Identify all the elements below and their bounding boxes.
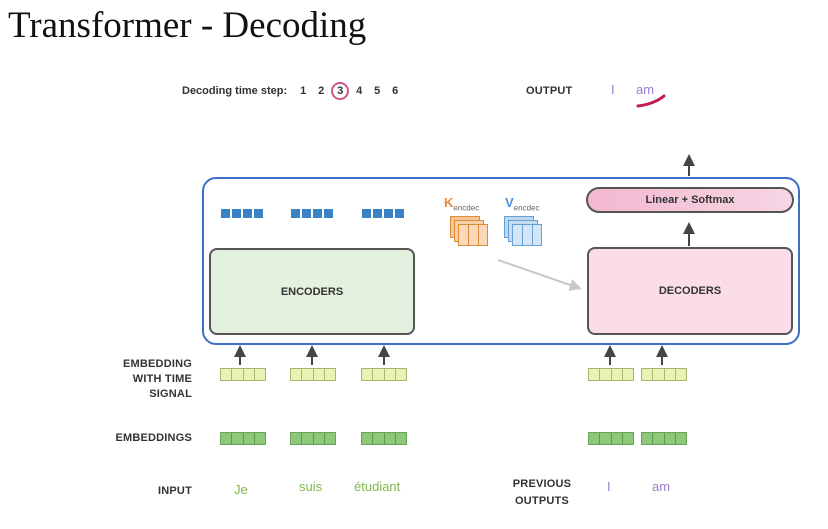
- embedding-time-signal-label: EMBEDDING WITH TIME SIGNAL: [122, 358, 192, 400]
- embedding-vector-prev-2: [641, 432, 687, 445]
- previous-output-word-1: I: [607, 479, 611, 494]
- embedding-vector-1: [220, 432, 266, 445]
- input-word-suis: suis: [299, 479, 323, 494]
- embedding-vector-prev-1: [588, 432, 634, 445]
- encoder-output-vector-2: [290, 208, 334, 219]
- v-matrix-stack: [504, 216, 542, 246]
- time-signal-vector-3: [361, 368, 407, 381]
- v-encdec-label: Vencdec: [505, 195, 540, 213]
- previous-output-word-2: am: [652, 479, 671, 494]
- previous-outputs-label: PREVIOUS OUTPUTS: [512, 478, 572, 507]
- encoders-block: ENCODERS: [209, 248, 415, 335]
- input-word-etudiant: étudiant: [354, 479, 401, 494]
- encoder-output-vector-3: [361, 208, 405, 219]
- embeddings-label: EMBEDDINGS: [115, 432, 192, 444]
- time-signal-vector-1: [220, 368, 266, 381]
- decoders-block: DECODERS: [587, 247, 793, 335]
- input-label: INPUT: [158, 485, 192, 497]
- k-encdec-label: Kencdec: [444, 195, 480, 213]
- encoder-output-vector-1: [220, 208, 264, 219]
- embedding-vector-2: [290, 432, 336, 445]
- time-signal-vector-2: [290, 368, 336, 381]
- linear-softmax-block: Linear + Softmax: [586, 187, 794, 213]
- k-matrix-stack: [450, 216, 488, 246]
- time-signal-vector-prev-1: [588, 368, 634, 381]
- input-word-je: Je: [234, 482, 248, 497]
- time-signal-vector-prev-2: [641, 368, 687, 381]
- embedding-vector-3: [361, 432, 407, 445]
